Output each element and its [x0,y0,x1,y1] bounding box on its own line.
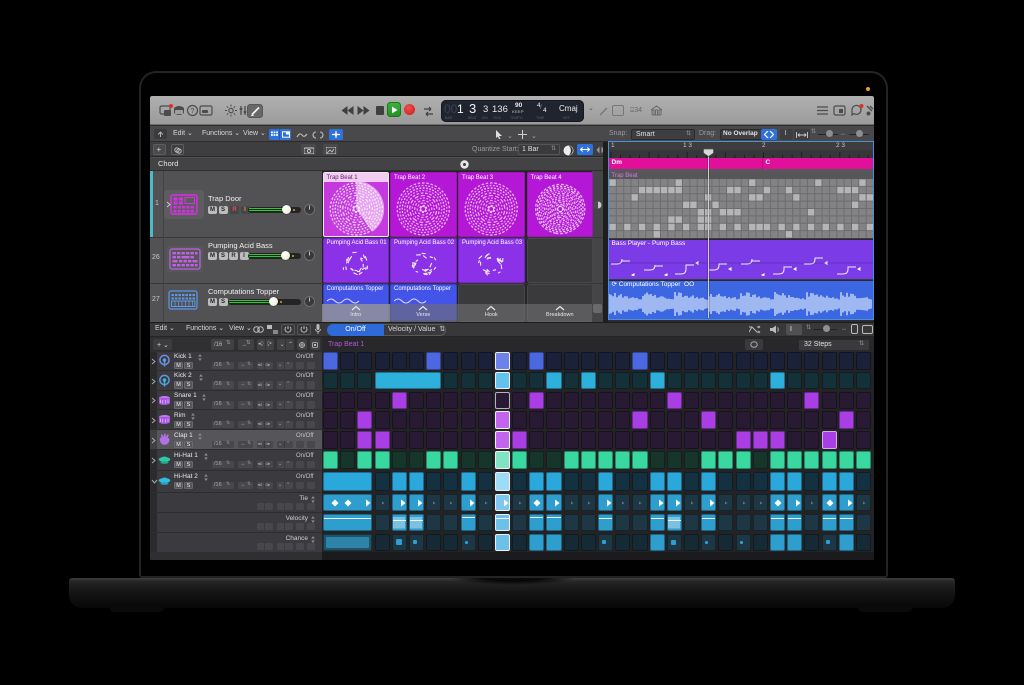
svg-text:⌄: ⌄ [531,133,537,139]
svg-text:?: ? [190,108,194,115]
svg-text:⌄: ⌄ [507,133,513,139]
